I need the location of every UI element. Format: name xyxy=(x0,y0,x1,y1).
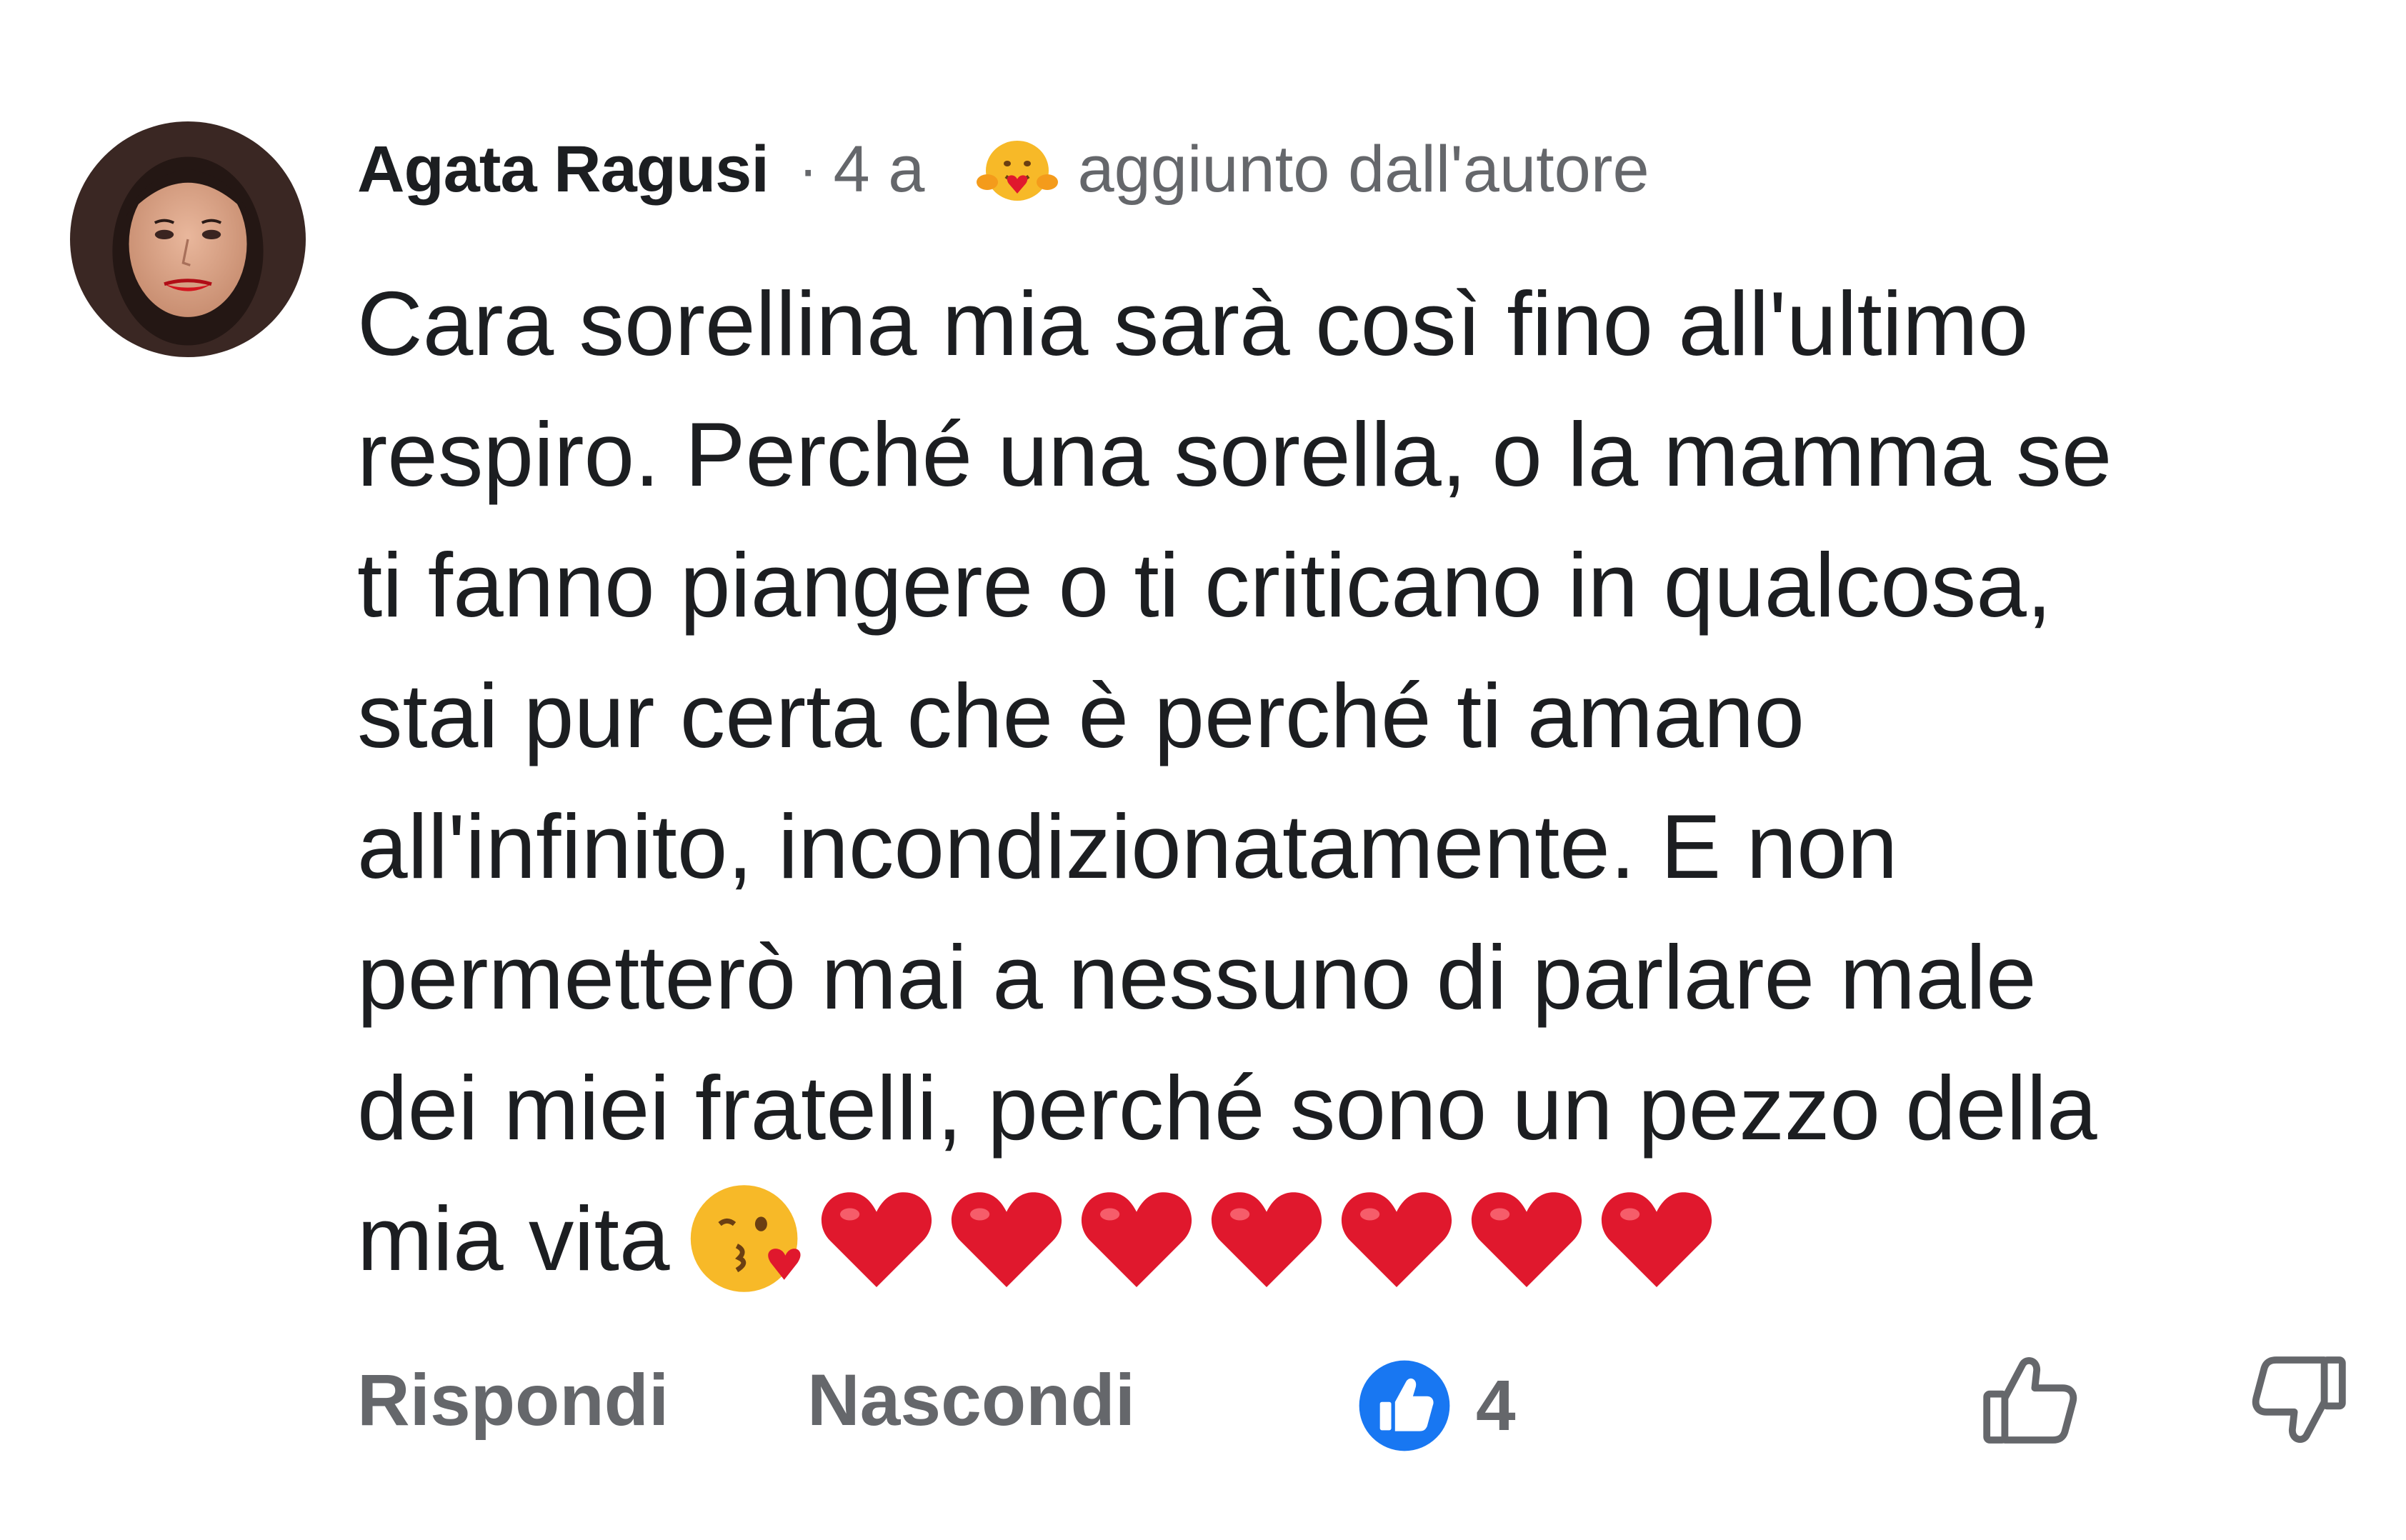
author-liked-badge: aggiunto dall'autore xyxy=(974,132,1649,207)
comment-line: ti fanno piangere o ti criticano in qual… xyxy=(357,534,2052,636)
red-heart-icon xyxy=(1211,1192,1322,1288)
hide-button[interactable]: Nascondi xyxy=(807,1343,1135,1457)
comment-line: Cara sorellina mia sarà così fino all'ul… xyxy=(357,273,2029,374)
comment-actions: Rispondi Nascondi 4 xyxy=(0,1343,2406,1457)
author-name[interactable]: Agata Ragusi xyxy=(357,132,769,207)
red-heart-icon xyxy=(1471,1192,1582,1288)
comment-line: mia vita xyxy=(357,1188,670,1289)
comment-line: permetterò mai a nessuno di parlare male xyxy=(357,926,2037,1028)
red-heart-icon xyxy=(1341,1192,1452,1288)
avatar-image xyxy=(70,121,306,357)
comment-line: dei miei fratelli, perché sono un pezzo … xyxy=(357,1057,2097,1159)
red-heart-icon xyxy=(1081,1192,1192,1288)
reaction-summary[interactable]: 4 xyxy=(1357,1356,1516,1456)
kissing-face-icon xyxy=(690,1185,801,1293)
comment-line: respiro. Perché una sorella, o la mamma … xyxy=(357,404,2112,505)
like-badge-icon xyxy=(1357,1359,1452,1453)
thumbs-down-icon[interactable] xyxy=(2250,1350,2350,1450)
comment-last-line: mia vita xyxy=(357,1174,2379,1304)
author-badge-text: aggiunto dall'autore xyxy=(1077,132,1649,206)
hug-emoji-icon xyxy=(974,134,1060,205)
comment-header: Agata Ragusi · 4 a aggiunto dall'autore xyxy=(357,130,1649,209)
thumbs-up-icon[interactable] xyxy=(1979,1350,2079,1450)
separator-dot: · xyxy=(798,137,818,201)
author-avatar[interactable] xyxy=(70,121,306,357)
comment-text: Cara sorellina mia sarà così fino all'ul… xyxy=(357,259,2379,1304)
red-heart-icon xyxy=(951,1192,1062,1288)
reaction-count: 4 xyxy=(1476,1365,1516,1446)
emoji-row xyxy=(686,1178,1726,1299)
comment-line: all'infinito, incondizionatamente. E non xyxy=(357,796,1898,897)
comment-line: stai pur certa che è perché ti amano xyxy=(357,665,1805,766)
red-heart-icon xyxy=(1601,1192,1712,1288)
reply-button[interactable]: Rispondi xyxy=(357,1343,669,1457)
red-heart-icon xyxy=(821,1192,932,1288)
timestamp[interactable]: 4 a xyxy=(834,132,925,207)
